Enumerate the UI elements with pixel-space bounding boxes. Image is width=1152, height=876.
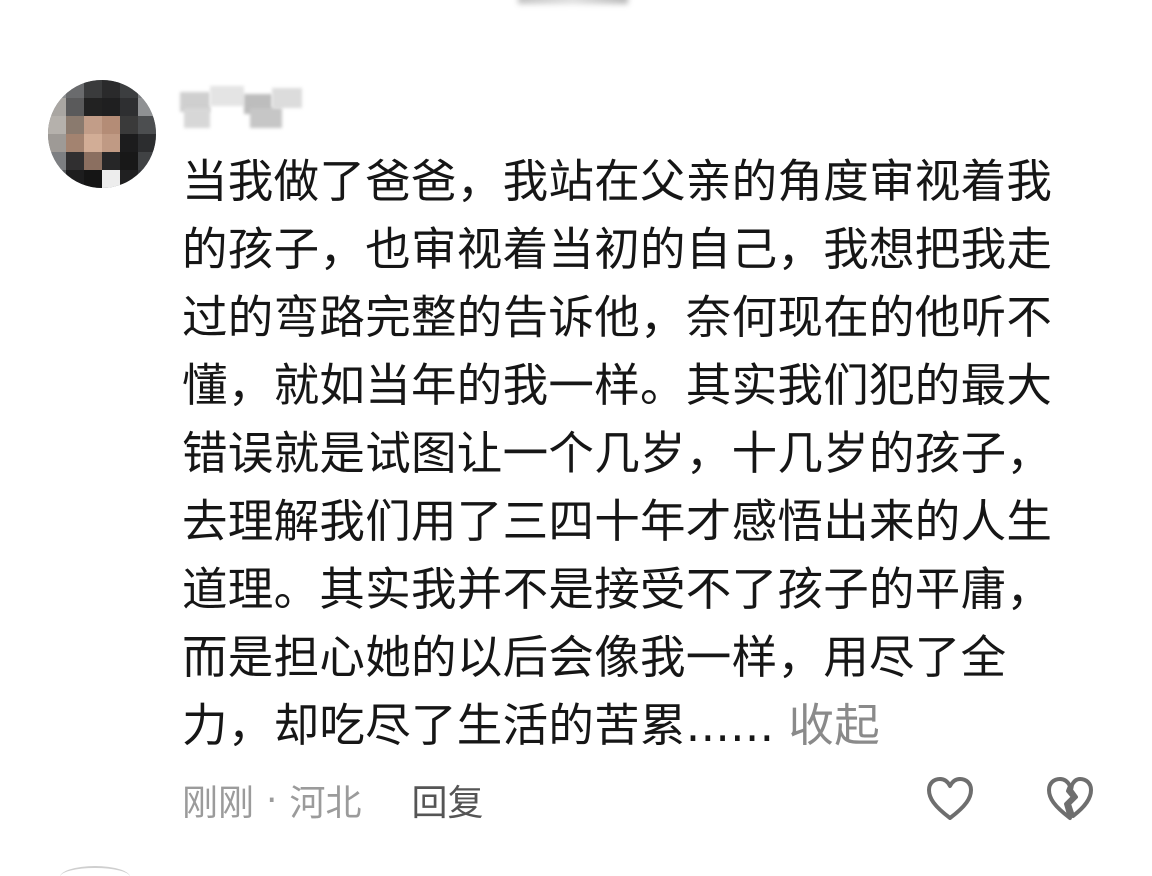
comment-location: 河北 (289, 783, 362, 824)
meta-separator: · (266, 779, 278, 821)
reply-button[interactable]: 回复 (411, 774, 483, 826)
broken-heart-icon (1047, 777, 1093, 820)
like-button[interactable] (924, 774, 976, 826)
cutoff-blurred-text (518, 0, 628, 4)
heart-outline-icon (927, 777, 973, 820)
dislike-button[interactable] (1044, 774, 1096, 826)
username-blurred[interactable] (180, 84, 310, 128)
previous-item-cutoff (500, 0, 628, 8)
avatar[interactable] (48, 80, 156, 188)
comment-text: 当我做了爸爸，我站在父亲的角度审视着我的孩子，也审视着当初的自己，我想把我走过的… (182, 155, 1053, 752)
comment-meta: 刚刚 · 河北 回复 (182, 772, 484, 828)
comment-screen: 当我做了爸爸，我站在父亲的角度审视着我的孩子，也审视着当初的自己，我想把我走过的… (0, 0, 1152, 876)
collapse-link[interactable]: 收起 (788, 699, 880, 752)
next-avatar-cutoff (60, 866, 130, 876)
comment-body: 当我做了爸爸，我站在父亲的角度审视着我的孩子，也审视着当初的自己，我想把我走过的… (182, 148, 1092, 760)
comment-time: 刚刚 (182, 783, 255, 824)
